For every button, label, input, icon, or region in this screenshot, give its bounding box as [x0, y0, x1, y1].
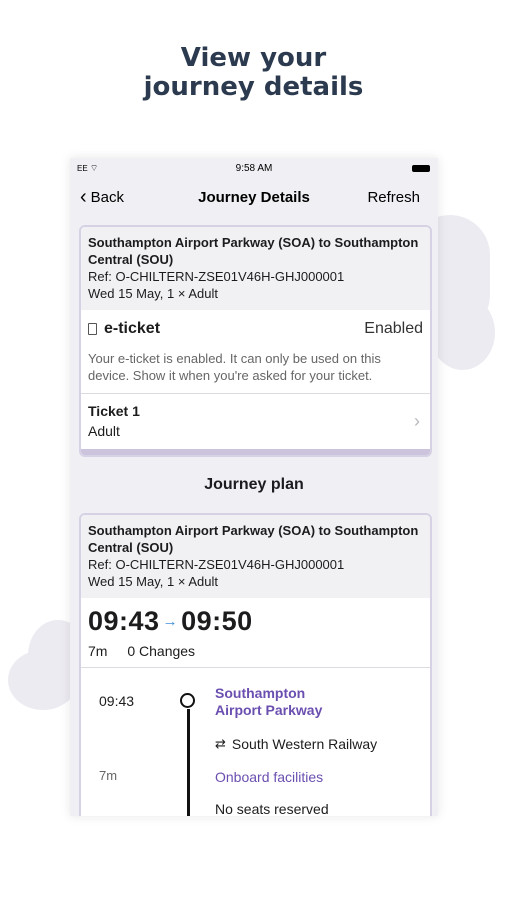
date-passengers: Wed 15 May, 1 × Adult [88, 574, 218, 589]
eticket-row: e-ticket Enabled [81, 310, 430, 344]
booking-ref: Ref: O-CHILTERN-ZSE01V46H-GHJ000001 [88, 557, 345, 572]
onboard-facilities-link[interactable]: Onboard facilities [215, 769, 323, 785]
status-time: 9:58 AM [235, 163, 273, 174]
eticket-label: e-ticket [104, 320, 161, 337]
journey-timeline: 09:43 7m Southampton Airport Parkway ⇄ S… [81, 668, 430, 816]
arrow-right-icon: → [162, 613, 179, 630]
ticket-type: Adult [88, 423, 120, 439]
nav-bar: ‹ Back Journey Details Refresh [70, 180, 438, 216]
station-marker-icon [180, 693, 195, 708]
eticket-status: Enabled [364, 320, 423, 337]
station-link[interactable]: Southampton Airport Parkway [215, 685, 345, 719]
journey-changes: 0 Changes [127, 643, 196, 659]
operator-name: South Western Railway [231, 736, 378, 752]
depart-time: 09:43 [88, 606, 160, 636]
train-operator: ⇄ South Western Railway [215, 736, 377, 752]
refresh-button[interactable]: Refresh [367, 189, 420, 206]
route-title: Southampton Airport Parkway (SOA) to Sou… [88, 235, 419, 267]
date-passengers: Wed 15 May, 1 × Adult [88, 286, 218, 301]
card-footer-bar [81, 449, 430, 455]
battery-icon [412, 165, 430, 172]
timeline-line [187, 709, 190, 816]
route-title: Southampton Airport Parkway (SOA) to Sou… [88, 523, 419, 555]
ticket-icon [88, 323, 97, 335]
ticket-1-row[interactable]: Ticket 1 Adult › [81, 394, 430, 449]
journey-meta: 7m 0 Changes [81, 637, 430, 667]
eticket-description: Your e-ticket is enabled. It can only be… [88, 351, 381, 383]
status-bar: EE ⌔ 9:58 AM [70, 158, 438, 180]
seat-reservation-status: No seats reserved [215, 801, 329, 816]
headline-line-2: journey details [143, 72, 364, 102]
timeline-duration: 7m [99, 768, 118, 783]
journey-plan-header: Southampton Airport Parkway (SOA) to Sou… [81, 515, 430, 598]
headline: View your journey details [0, 44, 507, 102]
journey-plan-card: Southampton Airport Parkway (SOA) to Sou… [79, 513, 432, 816]
chevron-right-icon: › [414, 411, 420, 431]
ticket-card: Southampton Airport Parkway (SOA) to Sou… [79, 225, 432, 457]
arrive-time: 09:50 [181, 606, 253, 636]
journey-times: 09:43 → 09:50 [81, 598, 430, 637]
ticket-card-header: Southampton Airport Parkway (SOA) to Sou… [81, 227, 430, 310]
journey-plan-title: Journey plan [204, 476, 304, 493]
headline-line-1: View your [180, 43, 327, 73]
phone-screen: EE ⌔ 9:58 AM ‹ Back Journey Details Refr… [70, 158, 438, 816]
booking-ref: Ref: O-CHILTERN-ZSE01V46H-GHJ000001 [88, 269, 345, 284]
journey-duration: 7m [88, 643, 108, 659]
ticket-title: Ticket 1 [88, 403, 140, 419]
national-rail-icon: ⇄ [215, 736, 226, 751]
timeline-depart-time: 09:43 [99, 693, 135, 709]
